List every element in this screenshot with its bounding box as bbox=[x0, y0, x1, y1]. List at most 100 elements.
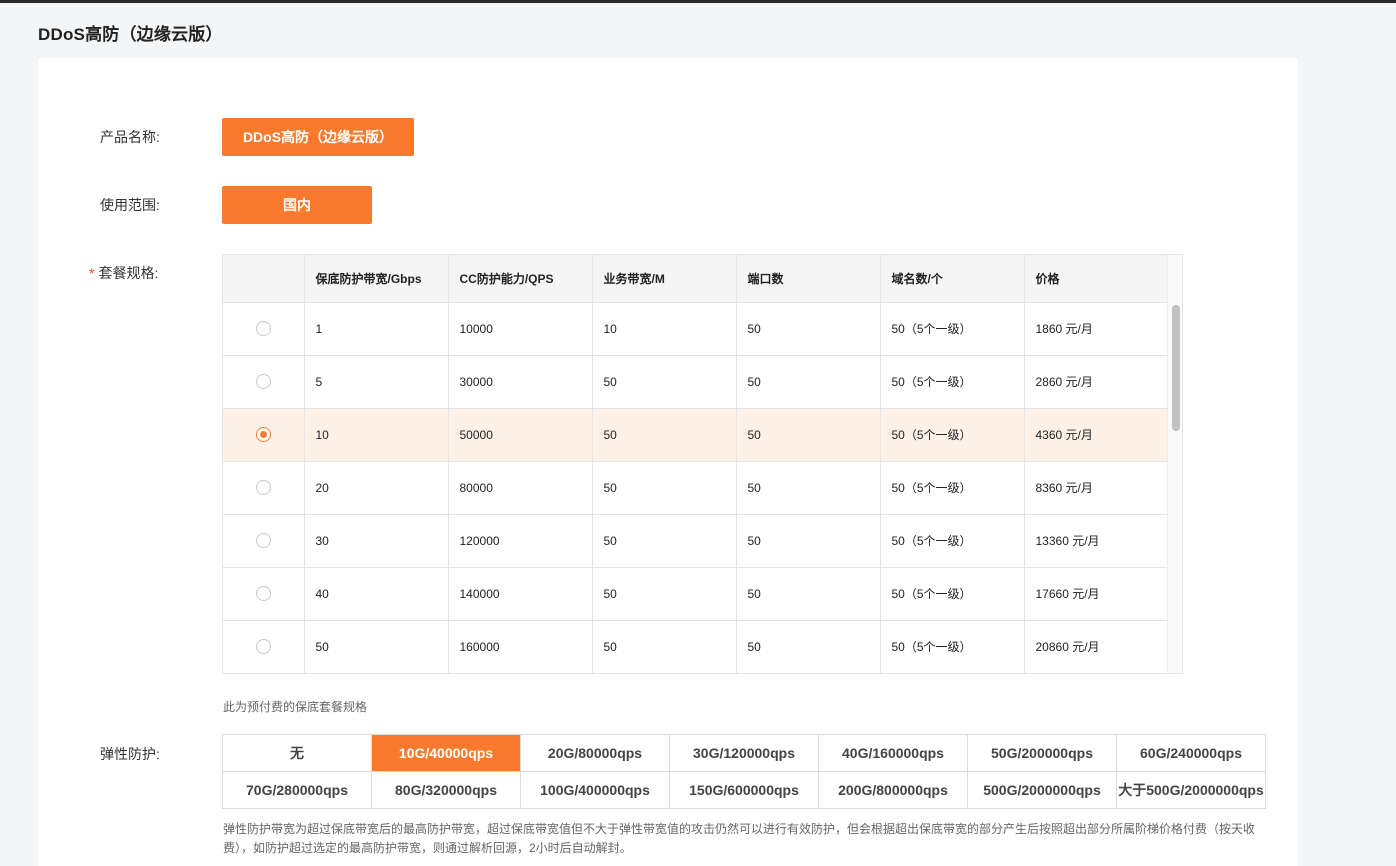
cell-bandwidth: 10 bbox=[304, 408, 449, 462]
cell-cc-qps: 30000 bbox=[448, 355, 593, 409]
elastic-option[interactable]: 60G/240000qps bbox=[1117, 735, 1266, 772]
row-select-cell bbox=[223, 408, 305, 462]
elastic-options: 无 10G/40000qps 20G/80000qps 30G/120000qps 40… bbox=[222, 734, 1266, 809]
row-select-cell bbox=[223, 302, 305, 356]
header-ports: 端口数 bbox=[736, 255, 881, 303]
cell-bandwidth: 40 bbox=[304, 567, 449, 621]
header-price: 价格 bbox=[1024, 255, 1169, 303]
row-select-cell bbox=[223, 355, 305, 409]
elastic-option[interactable]: 大于500G/2000000qps bbox=[1117, 772, 1266, 809]
elastic-option[interactable]: 150G/600000qps bbox=[670, 772, 819, 809]
cell-ports: 50 bbox=[736, 461, 881, 515]
row-radio[interactable] bbox=[255, 374, 271, 390]
elastic-option[interactable]: 50G/200000qps bbox=[968, 735, 1117, 772]
cell-cc-qps: 50000 bbox=[448, 408, 593, 462]
cell-business-bandwidth: 10 bbox=[592, 302, 737, 356]
cell-business-bandwidth: 50 bbox=[592, 514, 737, 568]
package-hint: 此为预付费的保底套餐规格 bbox=[223, 700, 368, 714]
cell-bandwidth: 5 bbox=[304, 355, 449, 409]
elastic-option[interactable]: 无 bbox=[223, 735, 372, 772]
table-row[interactable]: 1 10000 10 50 50（5个一级） 1860 元/月 bbox=[223, 302, 1169, 356]
package-label: * 套餐规格: bbox=[89, 263, 159, 283]
table-header-row: 保底防护带宽/Gbps CC防护能力/QPS 业务带宽/M 端口数 域名数/个 … bbox=[223, 255, 1169, 303]
header-business-bandwidth: 业务带宽/M bbox=[592, 255, 737, 303]
row-radio[interactable] bbox=[255, 427, 271, 443]
cell-business-bandwidth: 50 bbox=[592, 355, 737, 409]
cell-bandwidth: 1 bbox=[304, 302, 449, 356]
header-select bbox=[223, 255, 305, 303]
elastic-option[interactable]: 10G/40000qps bbox=[372, 735, 521, 772]
row-radio[interactable] bbox=[255, 639, 271, 655]
cell-ports: 50 bbox=[736, 514, 881, 568]
cell-cc-qps: 160000 bbox=[448, 620, 593, 673]
header-domains: 域名数/个 bbox=[880, 255, 1025, 303]
row-radio[interactable] bbox=[255, 480, 271, 496]
cell-domains: 50（5个一级） bbox=[880, 514, 1025, 568]
page-title: DDoS高防（边缘云版） bbox=[38, 25, 223, 44]
cell-price: 1860 元/月 bbox=[1024, 302, 1169, 356]
cell-price: 17660 元/月 bbox=[1024, 567, 1169, 621]
elastic-option[interactable]: 80G/320000qps bbox=[372, 772, 521, 809]
row-select-cell bbox=[223, 461, 305, 515]
cell-domains: 50（5个一级） bbox=[880, 355, 1025, 409]
product-name-option[interactable]: DDoS高防（边缘云版） bbox=[222, 118, 414, 156]
elastic-option[interactable]: 20G/80000qps bbox=[521, 735, 670, 772]
cell-business-bandwidth: 50 bbox=[592, 461, 737, 515]
cell-ports: 50 bbox=[736, 355, 881, 409]
scope-option-domestic[interactable]: 国内 bbox=[222, 186, 372, 224]
cell-business-bandwidth: 50 bbox=[592, 567, 737, 621]
table-row[interactable]: 10 50000 50 50 50（5个一级） 4360 元/月 bbox=[223, 408, 1169, 462]
table-row[interactable]: 5 30000 50 50 50（5个一级） 2860 元/月 bbox=[223, 355, 1169, 409]
row-radio[interactable] bbox=[255, 586, 271, 602]
top-bar bbox=[0, 0, 1396, 3]
required-mark: * bbox=[89, 265, 95, 281]
table-row[interactable]: 50 160000 50 50 50（5个一级） 20860 元/月 bbox=[223, 620, 1169, 673]
elastic-option[interactable]: 200G/800000qps bbox=[819, 772, 968, 809]
cell-cc-qps: 140000 bbox=[448, 567, 593, 621]
header-cc-qps: CC防护能力/QPS bbox=[448, 255, 593, 303]
row-radio[interactable] bbox=[255, 321, 271, 337]
package-table: 保底防护带宽/Gbps CC防护能力/QPS 业务带宽/M 端口数 域名数/个 … bbox=[222, 254, 1183, 674]
table-row[interactable]: 40 140000 50 50 50（5个一级） 17660 元/月 bbox=[223, 567, 1169, 621]
cell-price: 13360 元/月 bbox=[1024, 514, 1169, 568]
elastic-option[interactable]: 70G/280000qps bbox=[223, 772, 372, 809]
table-row[interactable]: 30 120000 50 50 50（5个一级） 13360 元/月 bbox=[223, 514, 1169, 568]
cell-domains: 50（5个一级） bbox=[880, 408, 1025, 462]
cell-price: 8360 元/月 bbox=[1024, 461, 1169, 515]
cell-cc-qps: 120000 bbox=[448, 514, 593, 568]
cell-bandwidth: 50 bbox=[304, 620, 449, 673]
product-name-label: 产品名称: bbox=[100, 129, 160, 145]
cell-ports: 50 bbox=[736, 302, 881, 356]
elastic-option[interactable]: 30G/120000qps bbox=[670, 735, 819, 772]
cell-domains: 50（5个一级） bbox=[880, 620, 1025, 673]
elastic-option[interactable]: 40G/160000qps bbox=[819, 735, 968, 772]
cell-ports: 50 bbox=[736, 408, 881, 462]
row-select-cell bbox=[223, 620, 305, 673]
cell-ports: 50 bbox=[736, 567, 881, 621]
cell-cc-qps: 10000 bbox=[448, 302, 593, 356]
row-select-cell bbox=[223, 567, 305, 621]
table-row[interactable]: 20 80000 50 50 50（5个一级） 8360 元/月 bbox=[223, 461, 1169, 515]
table-scrollbar-thumb[interactable] bbox=[1172, 305, 1180, 431]
row-select-cell bbox=[223, 514, 305, 568]
cell-domains: 50（5个一级） bbox=[880, 302, 1025, 356]
cell-business-bandwidth: 50 bbox=[592, 408, 737, 462]
cell-price: 20860 元/月 bbox=[1024, 620, 1169, 673]
cell-price: 2860 元/月 bbox=[1024, 355, 1169, 409]
cell-ports: 50 bbox=[736, 620, 881, 673]
elastic-option[interactable]: 500G/2000000qps bbox=[968, 772, 1117, 809]
cell-domains: 50（5个一级） bbox=[880, 461, 1025, 515]
cell-business-bandwidth: 50 bbox=[592, 620, 737, 673]
table-scrollbar[interactable] bbox=[1167, 255, 1182, 673]
scope-label: 使用范围: bbox=[100, 197, 160, 213]
elastic-description: 弹性防护带宽为超过保底带宽后的最高防护带宽，超过保底带宽值但不大于弹性带宽值的攻… bbox=[223, 822, 1256, 855]
cell-bandwidth: 30 bbox=[304, 514, 449, 568]
row-radio[interactable] bbox=[255, 533, 271, 549]
elastic-label: 弹性防护: bbox=[100, 746, 160, 762]
cell-domains: 50（5个一级） bbox=[880, 567, 1025, 621]
package-label-text: 套餐规格: bbox=[98, 265, 159, 281]
cell-price: 4360 元/月 bbox=[1024, 408, 1169, 462]
elastic-option[interactable]: 100G/400000qps bbox=[521, 772, 670, 809]
cell-cc-qps: 80000 bbox=[448, 461, 593, 515]
header-bandwidth: 保底防护带宽/Gbps bbox=[304, 255, 449, 303]
